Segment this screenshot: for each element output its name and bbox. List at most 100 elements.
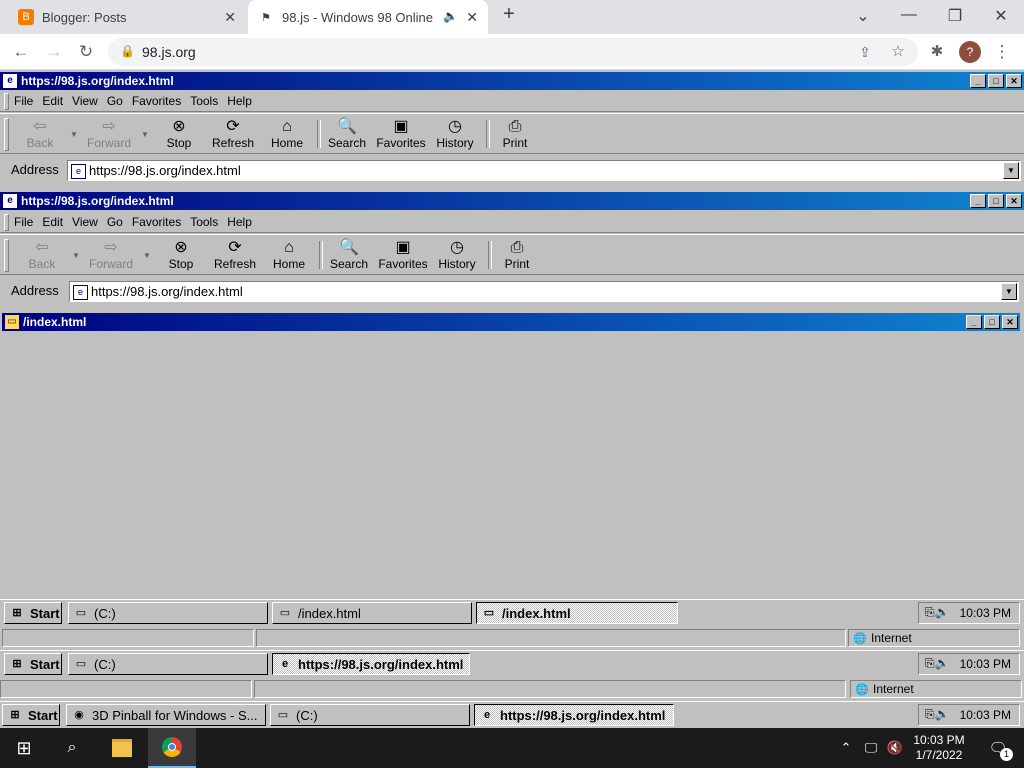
clock[interactable]: 10:03 PM: [960, 606, 1011, 620]
maximize-icon[interactable]: □: [984, 315, 1000, 329]
taskbar-button-index-active[interactable]: ▭ /index.html: [476, 602, 678, 624]
share-icon[interactable]: ⇪: [854, 41, 876, 63]
grip[interactable]: [4, 239, 9, 272]
favorites-button[interactable]: ▣ Favorites: [375, 239, 431, 273]
search-button[interactable]: 🔍 Search: [319, 118, 375, 152]
taskbar-button-drive[interactable]: ▭ (C:): [68, 602, 268, 624]
tab-98js[interactable]: ⚑ 98.js - Windows 98 Online 🔈 ✕: [248, 0, 488, 34]
menu-view[interactable]: View: [72, 215, 98, 229]
close-icon[interactable]: ✕: [224, 9, 236, 26]
close-icon[interactable]: ✕: [1006, 74, 1022, 88]
bookmark-star-icon[interactable]: ☆: [887, 41, 909, 63]
address-text[interactable]: https://98.js.org/index.html: [89, 163, 241, 178]
back-button[interactable]: ⇦ Back: [14, 239, 70, 273]
home-button[interactable]: ⌂ Home: [259, 118, 315, 152]
start-button[interactable]: ⊞ Start: [4, 653, 62, 675]
history-button[interactable]: ◷ History: [429, 239, 485, 273]
restore-icon[interactable]: ❐: [945, 6, 965, 26]
home-button[interactable]: ⌂ Home: [261, 239, 317, 273]
minimize-icon[interactable]: _: [966, 315, 982, 329]
minimize-icon[interactable]: —: [899, 6, 919, 24]
chevron-up-icon[interactable]: ⌃: [836, 728, 856, 768]
back-dropdown-icon[interactable]: ▼: [72, 251, 80, 260]
search-icon[interactable]: ⌕: [48, 728, 96, 768]
clock[interactable]: 10:03 PM: [960, 657, 1011, 671]
back-icon[interactable]: ←: [10, 41, 32, 63]
ie-outer-titlebar[interactable]: e https://98.js.org/index.html _ □ ✕: [0, 72, 1024, 90]
forward-button[interactable]: ⇨ Forward: [83, 239, 139, 273]
close-icon[interactable]: ✕: [466, 9, 478, 26]
menu-help[interactable]: Help: [227, 215, 252, 229]
taskbar-button-ie-active[interactable]: e https://98.js.org/index.html: [474, 704, 674, 726]
stop-button[interactable]: ⊗ Stop: [151, 118, 207, 152]
menu-favorites[interactable]: Favorites: [132, 94, 181, 108]
taskbar-button-drive[interactable]: ▭ (C:): [68, 653, 268, 675]
speaker-icon[interactable]: 🔈: [443, 9, 458, 23]
menu-help[interactable]: Help: [227, 94, 252, 108]
taskbar-button-ie-active[interactable]: e https://98.js.org/index.html: [272, 653, 470, 675]
reload-icon[interactable]: ↻: [75, 41, 97, 63]
volume-muted-icon[interactable]: 🔇: [884, 728, 906, 768]
file-explorer-icon[interactable]: [98, 728, 146, 768]
menu-favorites[interactable]: Favorites: [132, 215, 181, 229]
forward-dropdown-icon[interactable]: ▼: [143, 251, 151, 260]
forward-icon[interactable]: →: [43, 41, 65, 63]
clock-area[interactable]: 10:03 PM 1/7/2022: [908, 728, 970, 768]
taskbar-button-pinball[interactable]: ◉ 3D Pinball for Windows - S...: [66, 704, 266, 726]
stop-button[interactable]: ⊗ Stop: [153, 239, 209, 273]
grip[interactable]: [4, 213, 9, 231]
favorites-button[interactable]: ▣ Favorites: [373, 118, 429, 152]
start-button[interactable]: ⊞ Start: [4, 602, 62, 624]
search-button[interactable]: 🔍 Search: [321, 239, 377, 273]
menu-tools[interactable]: Tools: [190, 215, 218, 229]
print-button[interactable]: ⎙ Print: [489, 239, 545, 273]
speaker-icon[interactable]: ⎘🔈: [925, 707, 950, 722]
url-text[interactable]: 98.js.org: [142, 44, 196, 60]
ie-inner-titlebar[interactable]: e https://98.js.org/index.html _ □ ✕: [0, 192, 1024, 210]
menu-view[interactable]: View: [72, 94, 98, 108]
menu-go[interactable]: Go: [107, 215, 123, 229]
explorer-titlebar[interactable]: ▭ /index.html _ □ ✕: [2, 313, 1020, 331]
speaker-icon[interactable]: ⎘🔈: [925, 605, 950, 620]
minimize-icon[interactable]: _: [970, 194, 986, 208]
address-dropdown-icon[interactable]: ▼: [1001, 283, 1017, 300]
maximize-icon[interactable]: □: [988, 194, 1004, 208]
menu-tools[interactable]: Tools: [190, 94, 218, 108]
address-dropdown-icon[interactable]: ▼: [1003, 162, 1019, 179]
menu-file[interactable]: File: [14, 215, 33, 229]
address-bar[interactable]: 🔒 98.js.org: [108, 38, 918, 66]
new-tab-button[interactable]: +: [499, 3, 519, 26]
notifications-icon[interactable]: 🗨 1: [978, 728, 1018, 768]
extensions-icon[interactable]: ✱: [926, 41, 948, 63]
address-text[interactable]: https://98.js.org/index.html: [91, 284, 243, 299]
address-input[interactable]: e https://98.js.org/index.html ▼: [69, 281, 1019, 302]
speaker-icon[interactable]: ⎘🔈: [925, 656, 950, 671]
clock[interactable]: 10:03 PM: [960, 708, 1011, 722]
profile-avatar[interactable]: ?: [959, 41, 981, 63]
back-dropdown-icon[interactable]: ▼: [70, 130, 78, 139]
minimize-icon[interactable]: _: [970, 74, 986, 88]
start-button[interactable]: ⊞ Start: [2, 704, 60, 726]
maximize-icon[interactable]: □: [988, 74, 1004, 88]
forward-button[interactable]: ⇨ Forward: [81, 118, 137, 152]
history-button[interactable]: ◷ History: [427, 118, 483, 152]
menu-edit[interactable]: Edit: [42, 215, 63, 229]
taskbar-button-index[interactable]: ▭ /index.html: [272, 602, 472, 624]
taskbar-button-drive[interactable]: ▭ (C:): [270, 704, 470, 726]
forward-dropdown-icon[interactable]: ▼: [141, 130, 149, 139]
network-icon[interactable]: 🖵: [860, 728, 882, 768]
explorer-content[interactable]: [2, 331, 1020, 597]
print-button[interactable]: ⎙ Print: [487, 118, 543, 152]
menu-go[interactable]: Go: [107, 94, 123, 108]
menu-icon[interactable]: ⋮: [991, 41, 1013, 63]
menu-file[interactable]: File: [14, 94, 33, 108]
address-input[interactable]: e https://98.js.org/index.html ▼: [67, 160, 1021, 181]
menu-edit[interactable]: Edit: [42, 94, 63, 108]
refresh-button[interactable]: ⟳ Refresh: [207, 239, 263, 273]
close-icon[interactable]: ✕: [1002, 315, 1018, 329]
grip[interactable]: [4, 92, 9, 110]
back-button[interactable]: ⇦ Back: [12, 118, 68, 152]
close-window-icon[interactable]: ✕: [991, 6, 1011, 26]
windows-start-icon[interactable]: ⊞: [0, 728, 48, 768]
tab-search-icon[interactable]: ⌄: [853, 6, 873, 26]
